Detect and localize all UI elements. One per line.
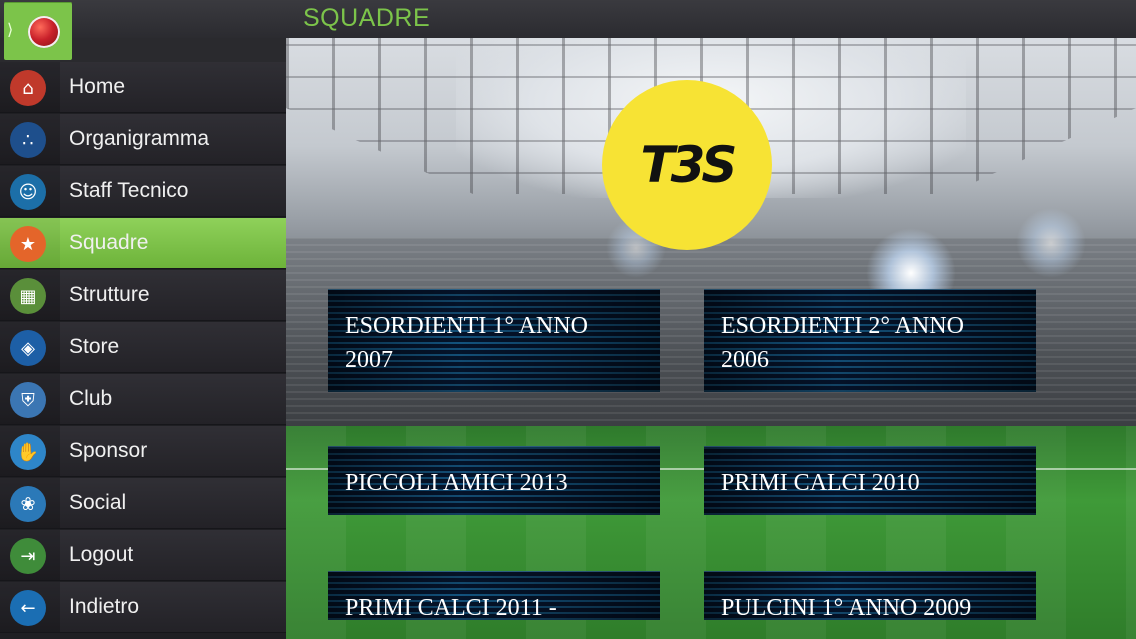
player-icon: ★ [10, 226, 46, 262]
org-chart-icon: ∴ [10, 122, 46, 158]
floodlight-flare [1016, 208, 1086, 278]
chevron-right-icon: ⟩ [7, 20, 14, 39]
coach-icon: ☺ [10, 174, 46, 210]
top-bar: SQUADRE [0, 0, 1136, 38]
sidebar-item-label: Club [69, 387, 113, 410]
sidebar-item-label: Sponsor [69, 439, 148, 462]
sidebar-item-squadre[interactable]: ★ Squadre [0, 218, 286, 269]
menu-toggle-button[interactable]: ⟩ [4, 2, 72, 60]
team-label: PRIMI CALCI 2010 [721, 470, 920, 496]
handshake-icon: ✋ [10, 434, 46, 470]
team-label: ESORDIENTI 1° ANNO 2007 [345, 313, 588, 373]
sidebar-item-label: Logout [69, 543, 134, 566]
field-icon: ▦ [10, 278, 46, 314]
door-exit-icon: ⇥ [10, 538, 46, 574]
club-logo: T3S [602, 80, 772, 250]
sidebar-item-logout[interactable]: ⇥ Logout [0, 530, 286, 581]
back-arrow-icon: ← [10, 590, 46, 626]
club-logo-text: T3S [640, 136, 738, 194]
team-label: PRIMI CALCI 2011 - [345, 595, 557, 621]
team-button-esordienti-2[interactable]: ESORDIENTI 2° ANNO 2006 [704, 289, 1036, 392]
page-title: SQUADRE [303, 4, 431, 32]
soccer-ball-icon [28, 16, 60, 48]
sidebar-item-staff-tecnico[interactable]: ☺ Staff Tecnico [0, 166, 286, 217]
sidebar-item-sponsor[interactable]: ✋ Sponsor [0, 426, 286, 477]
team-label: PICCOLI AMICI 2013 [345, 470, 568, 496]
sidebar-item-label: Staff Tecnico [69, 179, 189, 202]
sidebar-item-strutture[interactable]: ▦ Strutture [0, 270, 286, 321]
sidebar-item-label: Organigramma [69, 127, 210, 150]
team-button-esordienti-1[interactable]: ESORDIENTI 1° ANNO 2007 [328, 289, 660, 392]
team-label: PULCINI 1° ANNO 2009 [721, 595, 972, 621]
sidebar-item-label: Social [69, 491, 127, 514]
sidebar-item-social[interactable]: ❀ Social [0, 478, 286, 529]
store-icon: ◈ [10, 330, 46, 366]
team-button-primi-calci-2011[interactable]: PRIMI CALCI 2011 - [328, 571, 660, 621]
sidebar-item-label: Home [69, 75, 126, 98]
sidebar-item-home[interactable]: ⌂ Home [0, 62, 286, 113]
sidebar: ⌂ Home ∴ Organigramma ☺ Staff Tecnico ★ … [0, 62, 286, 639]
sidebar-item-indietro[interactable]: ← Indietro [0, 582, 286, 633]
shield-icon: ⛨ [10, 382, 46, 418]
sidebar-item-label: Squadre [69, 231, 149, 254]
stadium-background: T3S ESORDIENTI 1° ANNO 2007 ESORDIENTI 2… [286, 38, 1136, 639]
sidebar-item-store[interactable]: ◈ Store [0, 322, 286, 373]
sidebar-item-label: Indietro [69, 595, 140, 618]
sidebar-item-label: Strutture [69, 283, 150, 306]
sidebar-item-label: Store [69, 335, 120, 358]
home-icon: ⌂ [10, 70, 46, 106]
social-icon: ❀ [10, 486, 46, 522]
team-label: ESORDIENTI 2° ANNO 2006 [721, 313, 964, 373]
sidebar-item-club[interactable]: ⛨ Club [0, 374, 286, 425]
team-button-primi-calci-2010[interactable]: PRIMI CALCI 2010 [704, 446, 1036, 515]
team-button-piccoli-amici[interactable]: PICCOLI AMICI 2013 [328, 446, 660, 515]
sidebar-item-organigramma[interactable]: ∴ Organigramma [0, 114, 286, 165]
team-button-pulcini-1[interactable]: PULCINI 1° ANNO 2009 [704, 571, 1036, 621]
